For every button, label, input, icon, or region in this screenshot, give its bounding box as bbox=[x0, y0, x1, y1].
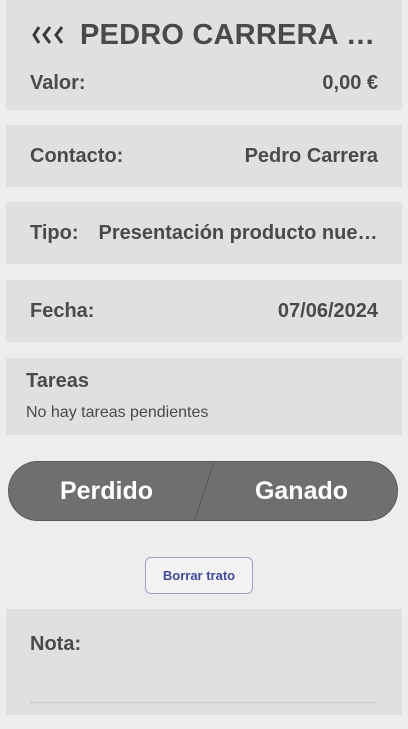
page-title: PEDRO CARRERA - PRESENTACIÓN PRODUCTO bbox=[80, 18, 378, 51]
tipo-value: Presentación producto nuevo bbox=[98, 221, 378, 244]
contacto-label: Contacto: bbox=[30, 144, 124, 167]
fecha-label: Fecha: bbox=[30, 299, 95, 322]
tareas-card[interactable]: Tareas No hay tareas pendientes bbox=[6, 358, 402, 435]
tipo-card[interactable]: Tipo: Presentación producto nuevo bbox=[6, 202, 402, 264]
nota-input[interactable] bbox=[30, 667, 378, 703]
contacto-card[interactable]: Contacto: Pedro Carrera bbox=[6, 125, 402, 187]
nota-card: Nota: bbox=[6, 609, 402, 715]
lost-button[interactable]: Perdido bbox=[9, 462, 204, 520]
fecha-row: Fecha: 07/06/2024 bbox=[30, 280, 378, 342]
nota-label: Nota: bbox=[30, 633, 82, 655]
fecha-card[interactable]: Fecha: 07/06/2024 bbox=[6, 280, 402, 342]
won-button[interactable]: Ganado bbox=[204, 462, 397, 520]
tareas-empty-text: No hay tareas pendientes bbox=[26, 404, 209, 421]
header-card: PEDRO CARRERA - PRESENTACIÓN PRODUCTO Va… bbox=[6, 0, 402, 110]
valor-label: Valor: bbox=[30, 71, 86, 94]
double-chevron-left-icon bbox=[32, 26, 64, 44]
back-button[interactable] bbox=[32, 20, 72, 50]
contacto-row: Contacto: Pedro Carrera bbox=[30, 125, 378, 187]
contacto-value: Pedro Carrera bbox=[244, 144, 378, 167]
tareas-title: Tareas bbox=[26, 370, 90, 392]
valor-value: 0,00 € bbox=[322, 71, 378, 94]
header-bar: PEDRO CARRERA - PRESENTACIÓN PRODUCTO bbox=[32, 17, 378, 53]
tipo-row: Tipo: Presentación producto nuevo bbox=[30, 202, 378, 264]
delete-deal-button[interactable]: Borrar trato bbox=[145, 557, 253, 594]
tipo-label: Tipo: bbox=[30, 221, 79, 244]
valor-row: Valor: 0,00 € bbox=[30, 70, 378, 96]
fecha-value: 07/06/2024 bbox=[277, 299, 378, 322]
result-switch: Perdido Ganado bbox=[8, 461, 398, 521]
